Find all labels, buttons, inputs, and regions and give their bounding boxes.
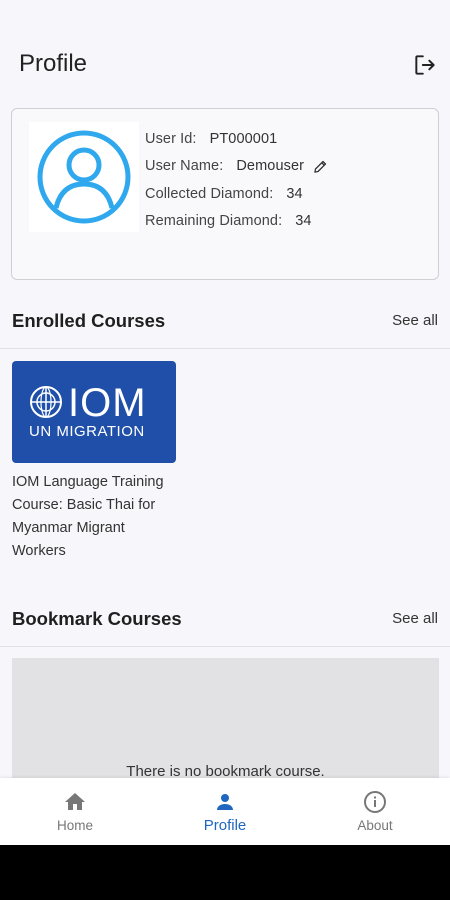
home-icon: [65, 793, 85, 810]
profile-card: User Id: PT000001 User Name: Demouser Co…: [11, 108, 439, 280]
un-emblem-icon: [30, 386, 62, 418]
bookmark-see-all-link[interactable]: See all: [392, 610, 438, 627]
bookmark-courses-title: Bookmark Courses: [12, 608, 182, 629]
edit-name-button[interactable]: [313, 159, 328, 174]
remaining-diamond-value: 34: [295, 213, 312, 230]
enrolled-courses-header: Enrolled Courses See all: [0, 302, 450, 342]
iom-logo-subtext: UN MIGRATION: [29, 423, 145, 440]
person-icon: [217, 794, 233, 810]
user-id-row: User Id: PT000001: [145, 125, 328, 153]
user-id-value: PT000001: [209, 130, 278, 147]
enrolled-courses-title: Enrolled Courses: [12, 310, 166, 331]
user-id-label: User Id:: [145, 130, 197, 147]
course-thumbnail: IOM UN MIGRATION: [12, 361, 176, 463]
iom-logo-text: IOM: [68, 381, 147, 425]
bottom-navigation: Home Profile About: [0, 778, 450, 845]
app-header: Profile: [0, 0, 450, 100]
profile-info: User Id: PT000001 User Name: Demouser Co…: [145, 125, 328, 235]
remaining-diamond-label: Remaining Diamond:: [145, 213, 283, 230]
pencil-icon: [314, 160, 327, 173]
user-avatar-icon: [37, 130, 131, 224]
section-divider: [0, 646, 450, 647]
bookmark-empty-state: There is no bookmark course.: [12, 658, 439, 780]
user-name-label: User Name:: [145, 158, 224, 175]
nav-label-home: Home: [56, 818, 93, 833]
section-divider: [0, 348, 450, 349]
page-title: Profile: [19, 50, 88, 77]
remaining-diamond-row: Remaining Diamond: 34: [145, 208, 328, 236]
nav-item-profile[interactable]: Profile: [150, 778, 300, 845]
course-title: IOM Language Training Course: Basic Thai…: [12, 474, 164, 559]
bookmark-courses-header: Bookmark Courses See all: [0, 600, 450, 640]
enrolled-see-all-link[interactable]: See all: [392, 312, 438, 329]
course-card[interactable]: IOM UN MIGRATION IOM Language Training C…: [12, 361, 176, 563]
logout-icon: [415, 55, 435, 75]
logout-button[interactable]: [410, 50, 440, 80]
user-name-row: User Name: Demouser: [145, 153, 328, 181]
info-icon: [364, 791, 386, 813]
avatar: [29, 122, 139, 232]
collected-diamond-label: Collected Diamond:: [145, 185, 274, 202]
nav-label-about: About: [357, 818, 393, 833]
system-navigation-bar: [0, 845, 450, 900]
nav-item-about[interactable]: About: [300, 778, 450, 845]
collected-diamond-value: 34: [286, 185, 303, 202]
nav-label-profile: Profile: [203, 817, 247, 834]
user-name-value: Demouser: [236, 158, 305, 175]
collected-diamond-row: Collected Diamond: 34: [145, 180, 328, 208]
nav-item-home[interactable]: Home: [0, 778, 150, 845]
